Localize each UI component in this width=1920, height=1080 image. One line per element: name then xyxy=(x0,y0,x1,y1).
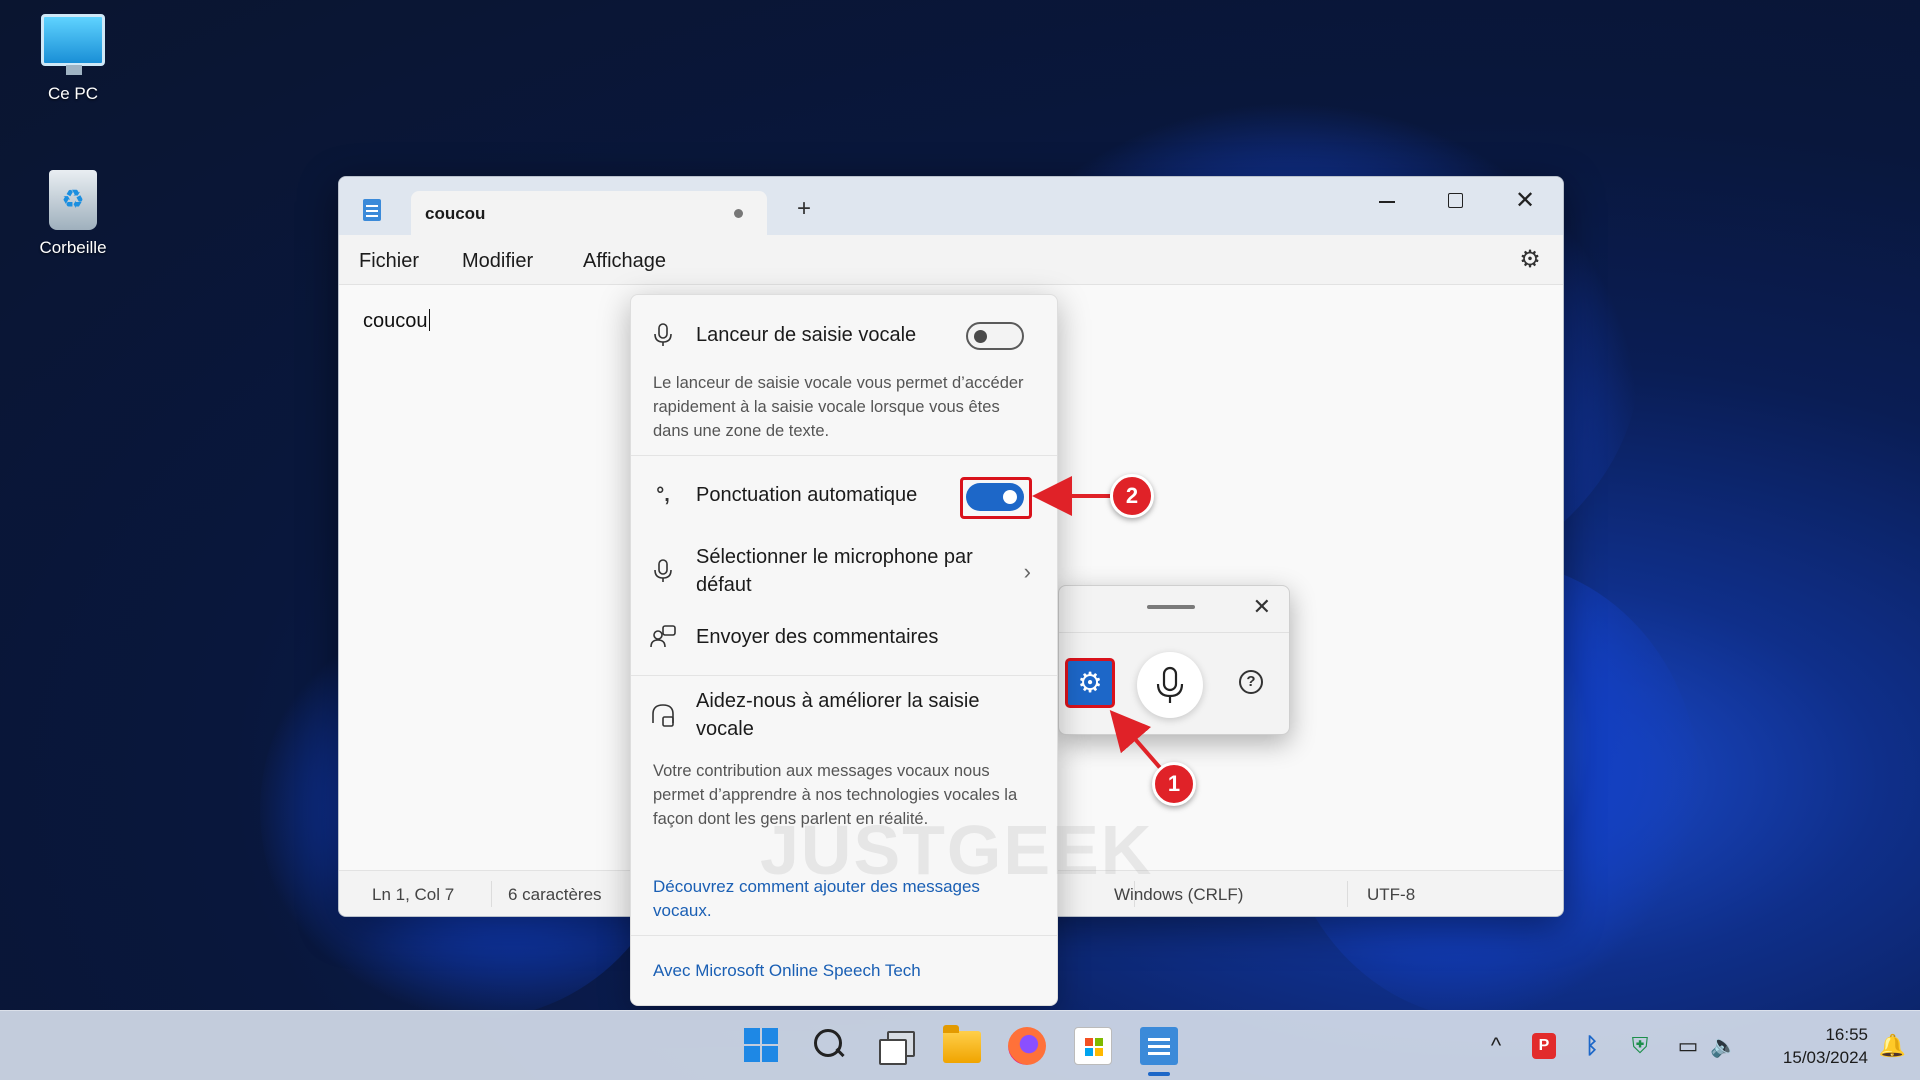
clock-date: 15/03/2024 xyxy=(1782,1048,1868,1067)
search-icon[interactable] xyxy=(810,1027,848,1065)
close-button[interactable]: ✕ xyxy=(1501,187,1549,217)
status-divider xyxy=(1347,881,1348,907)
computer-icon xyxy=(41,14,105,75)
close-icon[interactable]: ✕ xyxy=(1253,594,1271,620)
editor-content: coucou xyxy=(363,310,428,332)
menu-fichier[interactable]: Fichier xyxy=(359,250,419,273)
title-bar[interactable]: coucou + ✕ xyxy=(339,177,1563,235)
status-position: Ln 1, Col 7 xyxy=(372,885,455,904)
desktop-icon-label: Corbeille xyxy=(39,238,107,257)
taskbar: ^ P ᛒ ⛨ ▭ 🔈 16:55 15/03/2024 🔔 xyxy=(0,1010,1920,1080)
unsaved-dot-icon[interactable] xyxy=(734,209,743,218)
firefox-icon[interactable] xyxy=(1008,1027,1046,1065)
highlight-box xyxy=(960,477,1032,519)
tab-coucou[interactable]: coucou xyxy=(411,191,767,235)
feedback-title: Envoyer des commentaires xyxy=(696,626,939,648)
auto-punctuation-title: Ponctuation automatique xyxy=(696,484,918,506)
launcher-title: Lanceur de saisie vocale xyxy=(696,324,917,346)
callout-badge-2: 2 xyxy=(1110,474,1154,518)
feedback-row[interactable]: Envoyer des commentaires xyxy=(631,623,1057,659)
desktop-icon-label: Ce PC xyxy=(47,84,99,103)
status-divider xyxy=(491,881,492,907)
volume-icon[interactable]: 🔈 xyxy=(1710,1033,1738,1059)
microphone-select-title: Sélectionner le microphone par défaut xyxy=(696,546,973,596)
chevron-up-icon[interactable]: ^ xyxy=(1482,1033,1510,1059)
microphone-icon xyxy=(649,321,677,349)
divider xyxy=(631,455,1057,456)
maximize-button[interactable] xyxy=(1431,187,1479,217)
launcher-toggle[interactable] xyxy=(966,322,1024,350)
launcher-row: Lanceur de saisie vocale xyxy=(631,321,1057,361)
toggle-knob xyxy=(974,330,987,343)
text-caret xyxy=(428,309,430,331)
pdf-app-icon[interactable]: P xyxy=(1532,1033,1556,1059)
auto-punctuation-row: °, Ponctuation automatique xyxy=(631,477,1057,521)
launcher-description: Le lanceur de saisie vocale vous permet … xyxy=(653,374,1024,440)
windows-start-icon[interactable] xyxy=(743,1027,781,1065)
callout-badge-1: 1 xyxy=(1152,762,1196,806)
watermark-logo: JUSTGEEK xyxy=(760,811,1154,889)
file-explorer-icon[interactable] xyxy=(943,1025,981,1063)
chevron-right-icon: › xyxy=(1023,559,1031,584)
notification-bell-icon[interactable]: 🔔 xyxy=(1879,1033,1906,1059)
microsoft-store-icon[interactable] xyxy=(1074,1027,1112,1065)
bluetooth-icon[interactable]: ᛒ xyxy=(1578,1033,1606,1059)
desktop-icon-ce-pc[interactable]: Ce PC xyxy=(18,14,128,104)
menu-bar: Fichier Modifier Affichage ⚙ xyxy=(339,235,1563,285)
notepad-icon[interactable] xyxy=(1140,1027,1178,1065)
divider xyxy=(631,675,1057,676)
security-shield-icon[interactable]: ⛨ xyxy=(1626,1033,1654,1059)
recycle-bin-icon xyxy=(49,170,97,230)
panel-divider xyxy=(1059,632,1289,633)
privacy-icon xyxy=(649,701,677,729)
menu-modifier[interactable]: Modifier xyxy=(462,250,533,273)
notepad-icon xyxy=(363,199,381,221)
voice-settings-flyout: Lanceur de saisie vocale Le lanceur de s… xyxy=(630,294,1058,1006)
feedback-icon xyxy=(649,623,677,651)
microphone-icon xyxy=(1156,666,1184,703)
punctuation-icon: °, xyxy=(656,484,670,506)
task-view-icon[interactable] xyxy=(877,1027,915,1065)
clock-time: 16:55 xyxy=(1825,1025,1868,1044)
tab-title: coucou xyxy=(425,204,486,223)
help-icon[interactable]: ? xyxy=(1239,670,1263,694)
status-char-count: 6 caractères xyxy=(508,885,602,904)
new-tab-button[interactable]: + xyxy=(787,193,821,227)
voice-typing-panel: ✕ ⚙ ? xyxy=(1058,585,1290,735)
gear-icon[interactable]: ⚙ xyxy=(1517,247,1543,273)
drag-handle[interactable] xyxy=(1147,605,1195,609)
divider xyxy=(631,935,1057,936)
minimize-button[interactable] xyxy=(1363,187,1411,217)
active-app-indicator xyxy=(1148,1072,1170,1076)
speech-tech-link[interactable]: Avec Microsoft Online Speech Tech xyxy=(653,959,1017,983)
clock[interactable]: 16:55 15/03/2024 xyxy=(1783,1023,1868,1069)
voice-settings-button[interactable]: ⚙ xyxy=(1065,658,1115,708)
status-encoding: UTF-8 xyxy=(1367,885,1416,904)
desktop-icon-corbeille[interactable]: Corbeille xyxy=(18,170,128,258)
improve-row: Aidez-nous à améliorer la saisie vocale xyxy=(631,687,1057,749)
menu-affichage[interactable]: Affichage xyxy=(583,250,666,273)
microphone-select-row[interactable]: Sélectionner le microphone par défaut › xyxy=(631,543,1057,605)
network-icon[interactable]: ▭ xyxy=(1674,1033,1702,1059)
microphone-button[interactable] xyxy=(1137,652,1203,718)
microphone-icon xyxy=(649,557,677,585)
improve-title: Aidez-nous à améliorer la saisie vocale xyxy=(696,690,980,740)
